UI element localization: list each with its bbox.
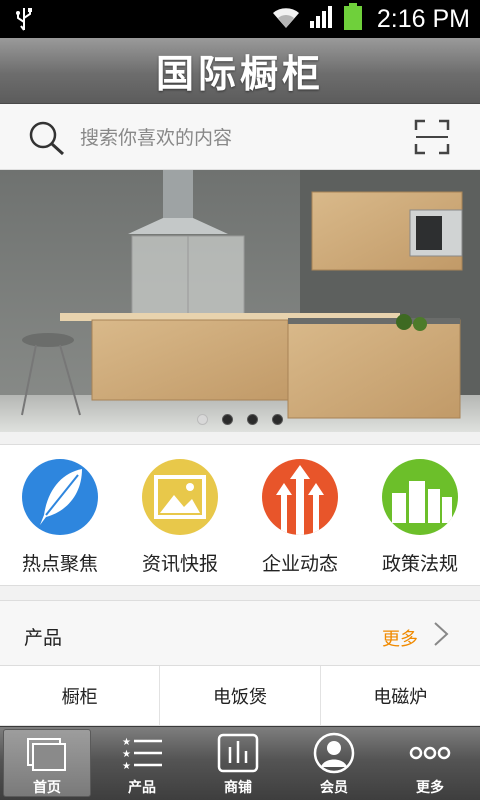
status-bar: 2:16 PM	[0, 0, 480, 38]
title-bar: 国际橱柜	[0, 38, 480, 104]
svg-text:★: ★	[122, 749, 131, 760]
nav-products[interactable]: ★ ★ ★ 产品	[94, 727, 190, 800]
category-label: 企业动态	[261, 553, 338, 575]
category-label: 政策法规	[381, 553, 458, 575]
section-title: 产品	[24, 627, 63, 649]
member-icon	[286, 731, 382, 775]
search-bar[interactable]	[0, 104, 480, 170]
more-icon	[382, 731, 478, 775]
products-header: 产品 更多	[0, 600, 480, 666]
category-hot-topics[interactable]: 热点聚焦	[0, 445, 120, 587]
app-screen: 2:16 PM 国际橱柜 搜索你喜欢的内容 热点聚焦 资讯快报 企业动态 政策法…	[0, 0, 480, 800]
carousel-dot[interactable]	[222, 414, 233, 425]
search-icon[interactable]	[28, 120, 66, 160]
banner-image[interactable]	[0, 170, 480, 432]
category-grid: 热点聚焦 资讯快报 企业动态 政策法规	[0, 444, 480, 586]
nav-more[interactable]: 更多	[382, 727, 478, 800]
feather-icon	[22, 459, 98, 535]
more-link[interactable]: 更多	[382, 625, 418, 651]
nav-label: 商铺	[224, 780, 252, 796]
nav-shop[interactable]: 商铺	[190, 727, 286, 800]
nav-label: 产品	[128, 780, 156, 796]
carousel-dot[interactable]	[272, 414, 283, 425]
growth-arrows-icon	[262, 459, 338, 535]
home-icon	[4, 732, 90, 776]
category-label: 热点聚焦	[21, 553, 98, 575]
kitchen-photo	[0, 170, 480, 432]
list-icon: ★ ★ ★	[94, 731, 190, 775]
carousel-indicators[interactable]	[0, 414, 480, 425]
category-policy[interactable]: 政策法规	[360, 445, 480, 587]
tab-rice-cookers[interactable]: 电饭煲	[160, 666, 321, 726]
nav-label: 会员	[320, 780, 348, 796]
signal-icon	[309, 5, 335, 33]
shop-icon	[190, 731, 286, 775]
nav-member[interactable]: 会员	[286, 727, 382, 800]
scan-icon[interactable]	[414, 119, 450, 159]
svg-text:★: ★	[122, 761, 131, 771]
nav-label: 更多	[416, 780, 444, 796]
nav-home[interactable]: 首页	[3, 729, 91, 797]
chevron-right-icon[interactable]	[432, 621, 450, 651]
battery-icon	[343, 3, 363, 35]
tab-cabinets[interactable]: 橱柜	[0, 666, 161, 726]
buildings-icon	[382, 459, 458, 535]
category-label: 资讯快报	[141, 553, 218, 575]
search-input[interactable]	[80, 122, 380, 154]
picture-icon	[142, 459, 218, 535]
tab-induction-cookers[interactable]: 电磁炉	[320, 666, 480, 726]
category-news-flash[interactable]: 资讯快报	[120, 445, 240, 587]
usb-icon	[14, 6, 34, 36]
nav-label: 首页	[33, 780, 61, 796]
carousel-dot[interactable]	[197, 414, 208, 425]
wifi-icon	[271, 4, 301, 34]
status-time: 2:16 PM	[376, 4, 470, 33]
carousel-dot[interactable]	[247, 414, 258, 425]
bottom-nav: 首页 ★ ★ ★ 产品 商铺 会员 更多	[0, 726, 480, 800]
svg-text:★: ★	[122, 737, 131, 748]
category-company-news[interactable]: 企业动态	[240, 445, 360, 587]
product-tabs: 橱柜 电饭煲 电磁炉	[0, 666, 480, 726]
page-title: 国际橱柜	[155, 52, 324, 96]
